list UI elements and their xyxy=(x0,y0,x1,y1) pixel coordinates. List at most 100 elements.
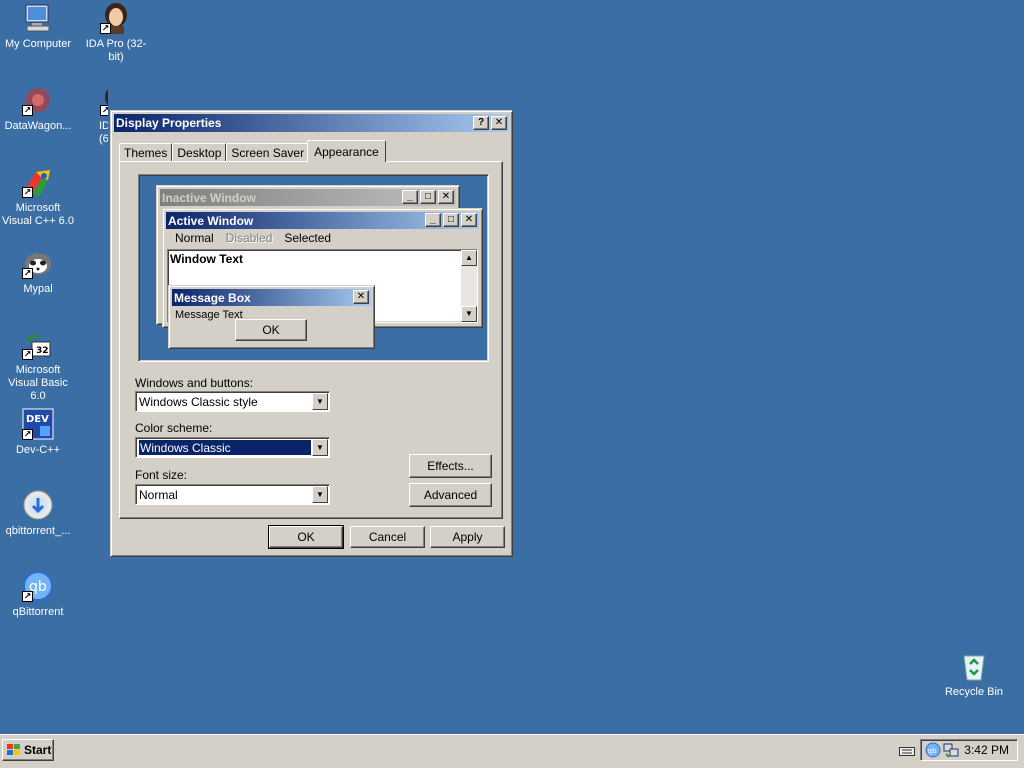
clock[interactable]: 3:42 PM xyxy=(964,743,1009,757)
effects-button[interactable]: Effects... xyxy=(409,454,492,478)
shortcut-arrow-icon: ↗ xyxy=(22,268,33,279)
font-size-value: Normal xyxy=(139,487,178,502)
help-button[interactable]: ? xyxy=(473,116,489,130)
preview-inactive-title: Inactive Window xyxy=(162,190,256,205)
chevron-down-icon[interactable]: ▼ xyxy=(312,486,328,503)
computer-icon xyxy=(22,2,54,34)
desktop-icon-label: IDA Pro (32-bit) xyxy=(85,38,147,63)
desktop-icon-label: Recycle Bin xyxy=(944,686,1004,698)
color-scheme-value: Windows Classic xyxy=(139,440,311,455)
tab-themes[interactable]: Themes xyxy=(119,143,173,162)
desktop-icon-label: Microsoft Visual C++ 6.0 xyxy=(2,202,74,227)
maximize-icon: □ xyxy=(420,190,436,204)
desktop-icon-my-computer[interactable]: My Computer xyxy=(0,2,76,51)
preview-menu-bar: Normal Disabled Selected xyxy=(169,231,337,245)
minimize-icon: _ xyxy=(425,213,441,227)
dialog-titlebar[interactable]: Display Properties ? ✕ xyxy=(114,114,509,132)
desktop-icon-devcpp[interactable]: DEV ↗ Dev-C++ xyxy=(0,408,76,457)
tab-screen-saver[interactable]: Screen Saver xyxy=(226,143,310,162)
recycle-bin-icon xyxy=(958,650,990,682)
shortcut-arrow-icon: ↗ xyxy=(100,105,108,116)
preview-msgbox-ok-button: OK xyxy=(235,319,307,341)
shortcut-arrow-icon: ↗ xyxy=(22,187,33,198)
preview-active-title: Active Window xyxy=(168,213,254,228)
preview-msgbox-text: Message Text xyxy=(175,309,243,321)
desktop-icon-label: My Computer xyxy=(4,38,72,50)
desktop-icon-label: qBittorrent xyxy=(12,606,64,618)
desktop-icon-ida-pro-64[interactable]: ↗ ID (6 xyxy=(78,84,108,146)
preview-message-box: Message Box ✕ Message Text OK xyxy=(168,285,375,349)
network-tray-icon[interactable] xyxy=(943,742,959,758)
preview-menu-disabled: Disabled xyxy=(225,231,273,245)
qbittorrent-tray-icon[interactable]: qb xyxy=(925,742,941,758)
preview-active-titlebar: Active Window _ □ ✕ xyxy=(166,212,479,229)
shortcut-arrow-icon: ↗ xyxy=(100,23,111,34)
font-size-label: Font size: xyxy=(135,468,188,482)
windows-buttons-select[interactable]: Windows Classic style ▼ xyxy=(135,391,330,412)
advanced-button[interactable]: Advanced xyxy=(409,483,492,507)
desktop-icon-vb[interactable]: 32 ↗ Microsoft Visual Basic 6.0 xyxy=(0,328,76,403)
windows-logo-icon xyxy=(7,744,21,756)
taskbar: Start qb 3:42 PM xyxy=(0,734,1024,768)
ok-button[interactable]: OK xyxy=(268,525,344,549)
preview-inactive-titlebar: Inactive Window _ □ ✕ xyxy=(160,189,456,206)
start-label: Start xyxy=(24,743,52,757)
shortcut-arrow-icon: ↗ xyxy=(22,349,33,360)
maximize-icon: □ xyxy=(443,213,459,227)
appearance-preview: Inactive Window _ □ ✕ Active Window _ □ … xyxy=(138,174,489,362)
windows-buttons-value: Windows Classic style xyxy=(139,394,258,409)
close-icon: ✕ xyxy=(438,190,454,204)
vb-icon: 32 ↗ xyxy=(22,328,54,360)
dialog-title: Display Properties xyxy=(116,116,222,130)
desktop-icon-qbittorrent-installer[interactable]: qbittorrent_... xyxy=(0,489,76,538)
mypal-icon: ↗ xyxy=(22,247,54,279)
scroll-up-icon: ▲ xyxy=(461,250,477,266)
preview-msgbox-title: Message Box xyxy=(174,290,251,305)
msvc-icon: ↗ xyxy=(22,166,54,198)
desktop-icon-ida-pro-32[interactable]: ↗ IDA Pro (32-bit) xyxy=(78,2,154,64)
scroll-down-icon: ▼ xyxy=(461,306,477,322)
tab-appearance[interactable]: Appearance xyxy=(307,140,386,162)
close-icon: ✕ xyxy=(461,213,477,227)
tab-strip: Themes Desktop Screen Saver Appearance xyxy=(119,140,386,162)
devcpp-icon: DEV ↗ xyxy=(22,408,54,440)
start-button[interactable]: Start xyxy=(2,739,54,761)
preview-menu-selected: Selected xyxy=(284,231,332,245)
installer-icon xyxy=(22,489,54,521)
color-scheme-label: Color scheme: xyxy=(135,421,213,435)
close-icon: ✕ xyxy=(353,290,369,304)
desktop-icon-datawagon[interactable]: ↗ DataWagon... xyxy=(0,84,76,133)
svg-text:32: 32 xyxy=(36,346,49,356)
font-size-select[interactable]: Normal ▼ xyxy=(135,484,330,505)
windows-buttons-label: Windows and buttons: xyxy=(135,376,254,390)
chevron-down-icon[interactable]: ▼ xyxy=(312,393,328,410)
desktop-icon-recycle-bin[interactable]: Recycle Bin xyxy=(936,650,1012,699)
close-button[interactable]: ✕ xyxy=(491,116,507,130)
preview-menu-normal: Normal xyxy=(175,231,214,245)
shortcut-arrow-icon: ↗ xyxy=(22,591,33,602)
desktop-icon-label: qbittorrent_... xyxy=(5,525,71,537)
tray-qb-text: qb xyxy=(928,747,937,755)
keyboard-icon[interactable] xyxy=(899,745,915,757)
preview-scrollbar: ▲ ▼ xyxy=(461,250,477,322)
ida-icon: ↗ xyxy=(100,84,108,116)
color-scheme-select[interactable]: Windows Classic ▼ xyxy=(135,437,330,458)
shortcut-arrow-icon: ↗ xyxy=(22,429,33,440)
desktop-icon-label: DataWagon... xyxy=(4,120,72,132)
cancel-button[interactable]: Cancel xyxy=(350,526,425,548)
minimize-icon: _ xyxy=(402,190,418,204)
apply-button[interactable]: Apply xyxy=(430,526,505,548)
desktop-icon-label: Dev-C++ xyxy=(15,444,61,456)
shortcut-arrow-icon: ↗ xyxy=(22,105,33,116)
desktop-icon-label: ID (6 xyxy=(99,120,108,145)
desktop-icon-msvc[interactable]: ↗ Microsoft Visual C++ 6.0 xyxy=(0,166,76,228)
qbittorrent-icon: qb ↗ xyxy=(22,570,54,602)
desktop-icon-label: Microsoft Visual Basic 6.0 xyxy=(8,364,68,402)
chevron-down-icon[interactable]: ▼ xyxy=(312,439,328,456)
ida-icon: ↗ xyxy=(100,2,132,34)
svg-text:DEV: DEV xyxy=(26,414,49,425)
preview-msgbox-titlebar: Message Box ✕ xyxy=(172,289,371,306)
desktop-icon-mypal[interactable]: ↗ Mypal xyxy=(0,247,76,296)
tab-desktop[interactable]: Desktop xyxy=(172,143,227,162)
desktop-icon-qbittorrent[interactable]: qb ↗ qBittorrent xyxy=(0,570,76,619)
